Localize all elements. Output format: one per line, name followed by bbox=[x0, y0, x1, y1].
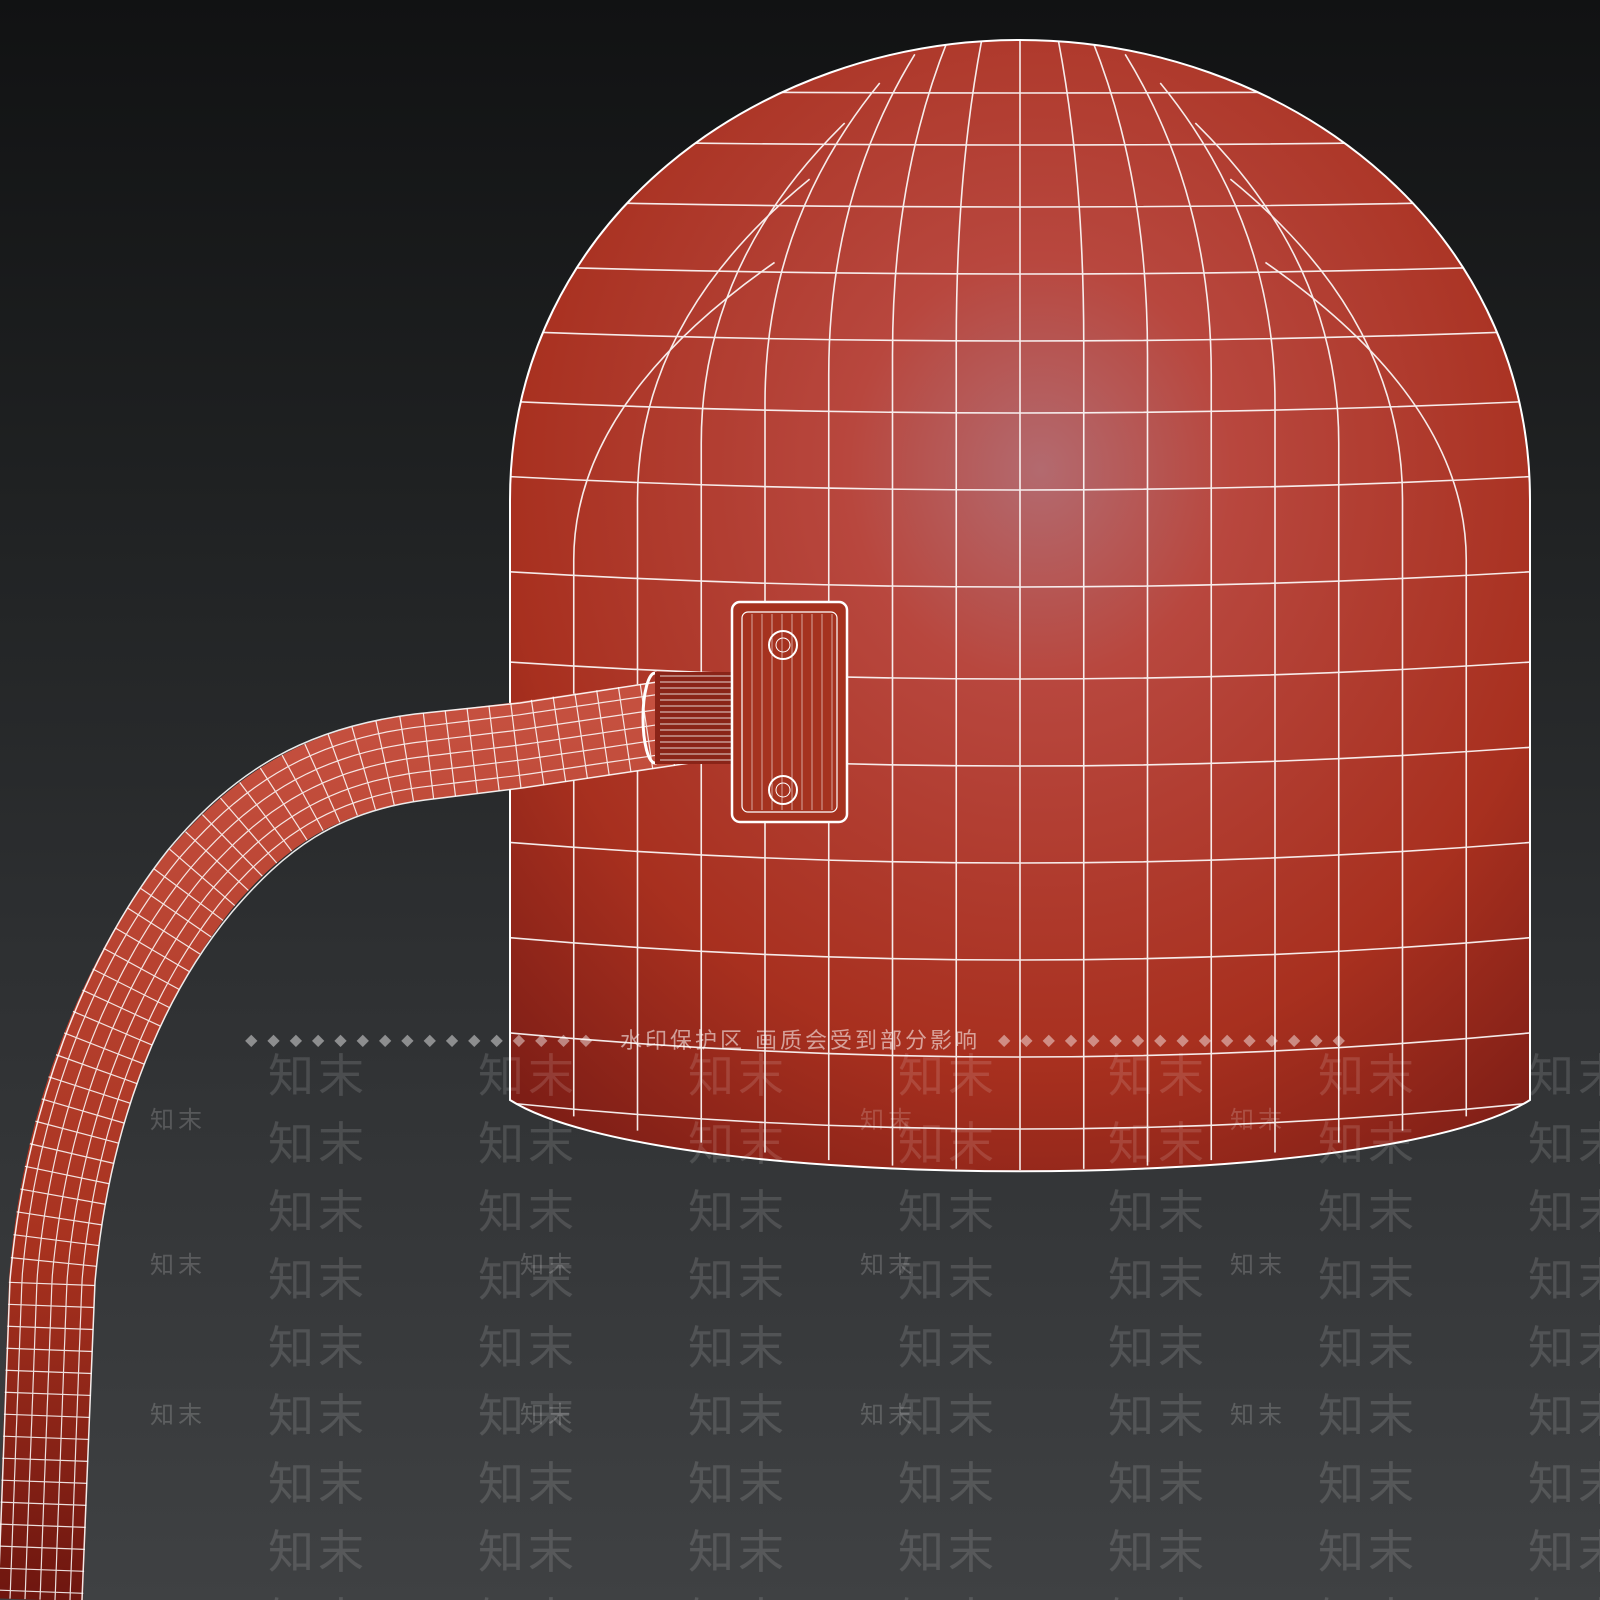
lamp-shade bbox=[509, 38, 1531, 1173]
mounting-bracket bbox=[730, 600, 849, 824]
lamp-wireframe-render bbox=[0, 38, 1531, 1600]
